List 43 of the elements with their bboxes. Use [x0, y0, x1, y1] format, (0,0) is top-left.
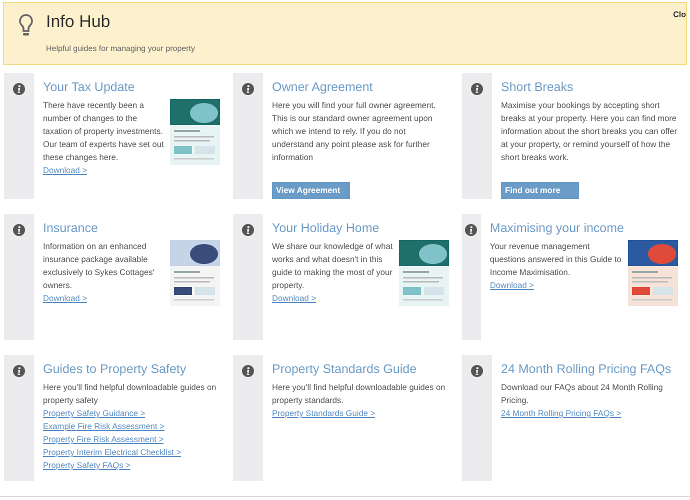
card-title: Owner Agreement: [272, 79, 374, 95]
info-icon: [13, 224, 25, 236]
page-subtitle: Helpful guides for managing your property: [46, 43, 195, 55]
card-description: Maximise your bookings by accepting short breaks at your property. Here you can find more information about the short breaks you can offer at your property, or remind yourself of how the short breaks work.: [501, 99, 678, 164]
info-icon: [13, 365, 25, 377]
info-icon: [13, 83, 25, 95]
download-link[interactable]: Download >: [272, 292, 316, 305]
info-icon: [242, 83, 254, 95]
action-button[interactable]: View Agreement: [272, 182, 350, 199]
card-title: Property Standards Guide: [272, 361, 418, 377]
download-link[interactable]: Property Safety Guidance >: [43, 407, 146, 420]
download-link[interactable]: Property Fire Risk Assessment >: [43, 433, 164, 446]
card-title: Guides to Property Safety: [43, 361, 188, 377]
card-title: 24 Month Rolling Pricing FAQs: [501, 361, 672, 377]
download-link[interactable]: Example Fire Risk Assessment >: [43, 420, 164, 433]
info-icon: [465, 224, 478, 236]
card-description: We share our knowledge of what works and what doesn't in this guide to making the most of your property.: [272, 240, 394, 292]
card-title: Your Holiday Home: [272, 220, 380, 236]
card-title: Insurance: [43, 220, 99, 236]
info-icon: [471, 365, 483, 377]
info-icon: [471, 83, 483, 95]
download-link[interactable]: Property Interim Electrical Checklist >: [43, 446, 182, 459]
card-description: Information on an enhanced insurance package available exclusively to Sykes Cottages' owners.: [43, 240, 156, 292]
page-title: Info Hub: [46, 12, 112, 32]
download-link[interactable]: Download >: [490, 279, 534, 292]
card-description: Here you will find your full owner agreement. This is our standard owner agreement upon which we intend to rely. If you do not understand any point please ask for further information: [272, 99, 437, 164]
close-link[interactable]: Clo: [673, 9, 686, 21]
info-icon: [242, 365, 254, 377]
download-link[interactable]: Property Standards Guide >: [272, 407, 376, 420]
card-description: Here you'll find helpful downloadable guides on property standards.: [272, 381, 446, 407]
info-icon: [242, 224, 254, 236]
card-title: Maximising your income: [490, 220, 624, 236]
download-link[interactable]: Property Safety FAQs >: [43, 459, 130, 472]
download-link[interactable]: Download >: [43, 292, 88, 305]
card-description: There have recently been a number of changes to the taxation of property investments. Our team of experts have set out these changes here.: [43, 99, 165, 164]
download-link[interactable]: 24 Month Rolling Pricing FAQs >: [501, 407, 622, 420]
card-title: Your Tax Update: [43, 79, 136, 95]
card-description: Your revenue management questions answered in this Guide to Income Maximisation.: [490, 240, 622, 279]
card-title: Short Breaks: [501, 79, 574, 95]
card-description: Download our FAQs about 24 Month Rolling Pricing.: [501, 381, 664, 407]
download-link[interactable]: Download >: [43, 164, 88, 177]
card-description: Here you'll find helpful downloadable guides on property safety: [43, 381, 218, 407]
action-button[interactable]: Find out more: [501, 182, 579, 199]
